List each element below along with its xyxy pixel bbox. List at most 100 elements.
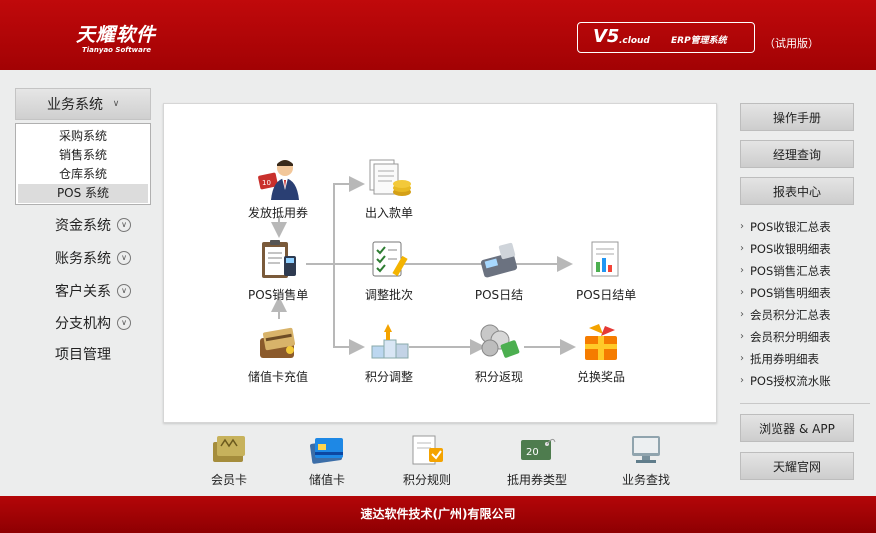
report-item[interactable]: › POS授权流水账 (740, 370, 870, 392)
nav-submenu: 采购系统 销售系统 仓库系统 POS 系统 (15, 123, 151, 205)
report-item-label: POS销售明细表 (750, 286, 831, 300)
shortcut-member-card[interactable]: 会员卡 (209, 431, 249, 488)
nav-item-funds[interactable]: 资金系统 ∨ (15, 214, 151, 236)
clipboard-terminal-icon (253, 236, 303, 284)
report-item-label: 会员积分明细表 (750, 330, 831, 344)
app-header: 天耀软件 Tianyao Software V5 .cloud ERP管理系统 … (0, 0, 876, 70)
shortcut-voucher-type[interactable]: 20 抵用券类型 (507, 431, 567, 488)
chevron-right-icon: › (740, 265, 744, 276)
chevron-down-icon: ∨ (117, 218, 131, 232)
func-label: POS销售单 (248, 288, 309, 302)
nav-head-label: 业务系统 (47, 97, 103, 113)
nav-item-branches[interactable]: 分支机构 ∨ (15, 312, 151, 334)
person-voucher-icon: 10 (253, 154, 303, 202)
func-points-adjust[interactable]: 积分调整 (364, 318, 414, 385)
shortcut-business-search[interactable]: 业务查找 (622, 431, 670, 488)
report-item[interactable]: › 会员积分汇总表 (740, 304, 870, 326)
divider (740, 403, 870, 404)
func-label: 储值卡充值 (248, 370, 309, 384)
func-issue-voucher[interactable]: 10 发放抵用券 (248, 154, 308, 221)
func-in-out[interactable]: 出入款单 (364, 154, 414, 221)
nav-item-label: 账务系统 (55, 251, 111, 267)
shortcut-stored-card[interactable]: 储值卡 (307, 431, 347, 488)
func-label: 积分调整 (364, 370, 413, 384)
manager-query-button[interactable]: 经理查询 (740, 140, 854, 168)
func-stored-card-recharge[interactable]: 储值卡充值 (248, 318, 308, 385)
shortcut-label: 储值卡 (308, 473, 345, 487)
voucher-badge: 20 (526, 447, 539, 458)
version-number: V5 (593, 26, 620, 47)
shortcut-label: 积分规则 (403, 473, 452, 487)
chevron-double-down-icon: ∨ (112, 98, 120, 109)
nav-sub-sales[interactable]: 销售系统 (18, 146, 148, 165)
func-label: POS日结 (474, 288, 524, 302)
func-pos-daily[interactable]: POS日结 (474, 236, 524, 303)
shortcut-label: 会员卡 (210, 473, 247, 487)
nav-item-label: 分支机构 (55, 316, 111, 332)
func-label: 积分返现 (474, 370, 523, 384)
report-item-label: POS销售汇总表 (750, 264, 831, 278)
voucher-tag-icon: 20 (517, 431, 557, 467)
shortcut-points-rule[interactable]: 积分规则 (403, 431, 451, 488)
nav-item-projects[interactable]: 项目管理 (15, 343, 151, 365)
version-cloud: .cloud (619, 36, 650, 46)
func-adjust-batch[interactable]: 调整批次 (364, 236, 414, 303)
pos-flow-panel: 10 发放抵用券 出入款单 POS销售单 调整批次 POS日结 POS日结单 储… (163, 103, 717, 423)
nav-sub-warehouse[interactable]: 仓库系统 (18, 165, 148, 184)
chevron-right-icon: › (740, 309, 744, 320)
brand-logo: 天耀软件 Tianyao Software (76, 20, 156, 54)
chevron-right-icon: › (740, 375, 744, 386)
report-item[interactable]: › 会员积分明细表 (740, 326, 870, 348)
report-item-label: 会员积分汇总表 (750, 308, 831, 322)
func-label: 调整批次 (364, 288, 413, 302)
nav-item-label: 资金系统 (55, 218, 111, 234)
nav-sub-purchase[interactable]: 采购系统 (18, 127, 148, 146)
official-site-button[interactable]: 天耀官网 (740, 452, 854, 480)
func-label: 出入款单 (364, 206, 413, 220)
svg-text:10: 10 (262, 179, 271, 187)
card-wallet-icon (253, 318, 303, 366)
nav-item-label: 项目管理 (55, 347, 111, 363)
shortcut-label: 抵用券类型 (507, 473, 568, 487)
logo-text: 天耀软件 (76, 24, 157, 46)
report-item[interactable]: › POS收银汇总表 (740, 216, 870, 238)
func-points-return[interactable]: 积分返现 (474, 318, 524, 385)
footer-company: 速达软件技术(广州)有限公司 (0, 496, 876, 533)
nav-sub-pos[interactable]: POS 系统 (18, 184, 148, 203)
func-label: POS日结单 (576, 288, 637, 302)
stored-card-icon (307, 431, 347, 467)
nav-business-system[interactable]: 业务系统 ∨ (15, 88, 151, 120)
chevron-right-icon: › (740, 353, 744, 364)
shortcut-label: 业务查找 (622, 473, 671, 487)
nav-item-accounting[interactable]: 账务系统 ∨ (15, 247, 151, 269)
report-item[interactable]: › 抵用券明细表 (740, 348, 870, 370)
report-sheet-icon (581, 236, 631, 284)
func-pos-daily-sheet[interactable]: POS日结单 (576, 236, 636, 303)
card-terminal-icon (474, 236, 524, 284)
chevron-down-icon: ∨ (117, 251, 131, 265)
report-item[interactable]: › POS销售汇总表 (740, 260, 870, 282)
blocks-icon (364, 318, 414, 366)
report-item-label: 抵用券明细表 (750, 352, 819, 366)
chevron-right-icon: › (740, 331, 744, 342)
chevron-down-icon: ∨ (117, 316, 131, 330)
gift-box-icon (576, 318, 626, 366)
report-item-label: POS收银汇总表 (750, 220, 831, 234)
manual-button[interactable]: 操作手册 (740, 103, 854, 131)
func-pos-sales[interactable]: POS销售单 (248, 236, 308, 303)
version-box: V5 .cloud ERP管理系统 (577, 22, 755, 53)
checklist-pencil-icon (364, 236, 414, 284)
browser-app-button[interactable]: 浏览器 & APP (740, 414, 854, 442)
chevron-right-icon: › (740, 287, 744, 298)
monitor-icon (626, 431, 666, 467)
report-item[interactable]: › POS销售明细表 (740, 282, 870, 304)
documents-coins-icon (364, 154, 414, 202)
report-item[interactable]: › POS收银明细表 (740, 238, 870, 260)
nav-item-customers[interactable]: 客户关系 ∨ (15, 280, 151, 302)
trial-label: （试用版） (764, 37, 819, 50)
func-redeem-prize[interactable]: 兑换奖品 (576, 318, 626, 385)
report-center-button[interactable]: 报表中心 (740, 177, 854, 205)
document-ribbon-icon (407, 431, 447, 467)
report-item-label: POS收银明细表 (750, 242, 831, 256)
chevron-down-icon: ∨ (117, 284, 131, 298)
